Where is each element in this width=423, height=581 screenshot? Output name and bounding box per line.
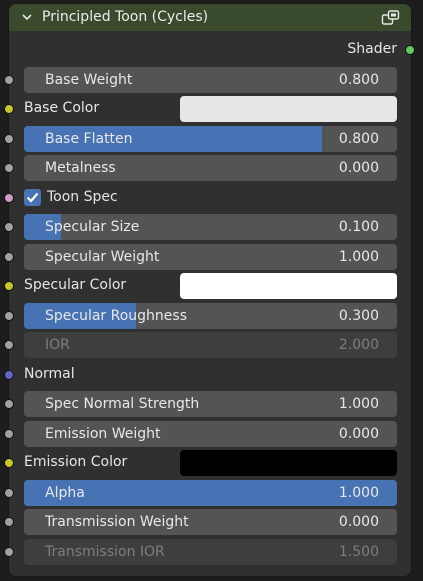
base-weight-socket[interactable] [4,75,14,85]
field-value: 2.000 [338,337,379,353]
field-label: Spec Normal Strength [45,396,200,412]
field-value: 0.000 [338,160,379,176]
toon-spec-socket[interactable] [4,193,14,203]
field-label: Emission Weight [45,426,161,442]
ior-row: IOR 2.000 [0,332,423,358]
specular-size-socket[interactable] [4,222,14,232]
base-color-row: Base Color [0,96,423,122]
specular-weight-field[interactable]: Specular Weight 1.000 [24,244,397,270]
field-value: 1.000 [338,249,379,265]
field-value: 0.300 [338,308,379,324]
field-label: Transmission IOR [45,544,165,560]
transmission-ior-field: Transmission IOR 1.500 [24,539,397,565]
field-label: Metalness [45,160,116,176]
field-label: Alpha [45,485,85,501]
base-color-swatch[interactable] [180,96,397,122]
spec-normal-strength-field[interactable]: Spec Normal Strength 1.000 [24,391,397,417]
toon-spec-label: Toon Spec [47,189,118,205]
alpha-socket[interactable] [4,488,14,498]
normal-label: Normal [24,366,75,382]
specular-color-socket[interactable] [4,281,14,291]
toon-spec-row: Toon Spec [0,185,423,211]
field-label: IOR [45,337,70,353]
field-label: Specular Size [45,219,140,235]
alpha-slider[interactable]: Alpha 1.000 [24,480,397,506]
base-flatten-slider[interactable]: Base Flatten 0.800 [24,126,397,152]
emission-color-label: Emission Color [24,454,128,470]
field-value: 0.000 [338,514,379,530]
transmission-ior-socket[interactable] [4,547,14,557]
node-title: Principled Toon (Cycles) [42,9,209,25]
specular-size-row: Specular Size 0.100 [0,214,423,240]
metalness-field[interactable]: Metalness 0.000 [24,155,397,181]
field-label: Base Weight [45,72,133,88]
transmission-weight-row: Transmission Weight 0.000 [0,509,423,535]
transmission-ior-row: Transmission IOR 1.500 [0,539,423,565]
normal-socket[interactable] [4,370,14,380]
field-value: 0.800 [338,131,379,147]
base-flatten-socket[interactable] [4,134,14,144]
field-value: 1.500 [338,544,379,560]
emission-color-row: Emission Color [0,450,423,476]
metalness-row: Metalness 0.000 [0,155,423,181]
field-label: Transmission Weight [45,514,189,530]
transmission-weight-socket[interactable] [4,517,14,527]
specular-color-row: Specular Color [0,273,423,299]
specular-roughness-slider[interactable]: Specular Roughness 0.300 [24,303,397,329]
emission-weight-row: Emission Weight 0.000 [0,421,423,447]
emission-color-socket[interactable] [4,458,14,468]
spec-normal-strength-row: Spec Normal Strength 1.000 [0,391,423,417]
chevron-down-icon[interactable] [21,11,33,23]
base-color-label: Base Color [24,100,100,116]
field-label: Specular Roughness [45,308,188,324]
normal-row: Normal [0,362,423,388]
specular-color-label: Specular Color [24,277,127,293]
specular-weight-socket[interactable] [4,252,14,262]
field-value: 0.000 [338,426,379,442]
field-label: Base Flatten [45,131,133,147]
spec-normal-strength-socket[interactable] [4,399,14,409]
alpha-row: Alpha 1.000 [0,480,423,506]
metalness-socket[interactable] [4,163,14,173]
checkmark-icon [26,192,39,203]
output-label: Shader [347,41,397,57]
specular-size-slider[interactable]: Specular Size 0.100 [24,214,397,240]
node-header[interactable]: Principled Toon (Cycles) [9,4,411,31]
field-value: 1.000 [338,485,379,501]
ior-field: IOR 2.000 [24,332,397,358]
base-weight-field[interactable]: Base Weight 0.800 [24,67,397,93]
shader-output-socket[interactable] [405,45,415,55]
emission-weight-field[interactable]: Emission Weight 0.000 [24,421,397,447]
specular-color-swatch[interactable] [180,273,397,299]
specular-roughness-socket[interactable] [4,311,14,321]
base-color-socket[interactable] [4,104,14,114]
shader-output-row: Shader [0,37,423,63]
transmission-weight-field[interactable]: Transmission Weight 0.000 [24,509,397,535]
field-label: Specular Weight [45,249,160,265]
field-value: 0.100 [338,219,379,235]
emission-color-swatch[interactable] [180,450,397,476]
emission-weight-socket[interactable] [4,429,14,439]
toon-spec-checkbox[interactable] [24,189,41,206]
ior-socket[interactable] [4,340,14,350]
specular-roughness-row: Specular Roughness 0.300 [0,303,423,329]
node-group-icon[interactable] [381,9,401,27]
field-value: 0.800 [338,72,379,88]
field-value: 1.000 [338,396,379,412]
base-flatten-row: Base Flatten 0.800 [0,126,423,152]
specular-weight-row: Specular Weight 1.000 [0,244,423,270]
base-weight-row: Base Weight 0.800 [0,67,423,93]
